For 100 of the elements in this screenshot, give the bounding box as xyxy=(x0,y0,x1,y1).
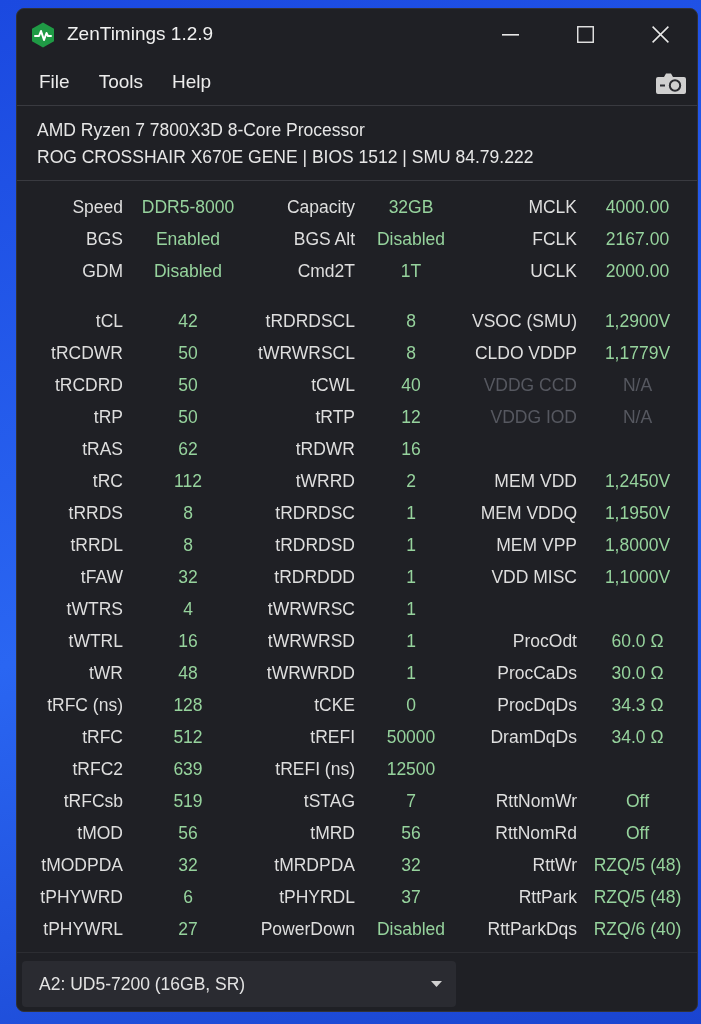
field-value: 42 xyxy=(178,310,198,333)
field-label: UCLK xyxy=(530,260,577,283)
field-label: tRDRDSD xyxy=(275,534,355,557)
field-value: 112 xyxy=(174,470,202,493)
camera-icon[interactable] xyxy=(656,71,686,94)
field-label: tWTRS xyxy=(66,598,123,621)
field-label: tWRWRSC xyxy=(267,598,355,621)
field-label: MCLK xyxy=(528,196,577,219)
field-label: RttWr xyxy=(532,854,577,877)
menu-item[interactable]: Tools xyxy=(98,71,143,94)
menu-item[interactable]: File xyxy=(39,71,70,94)
field-value: 2 xyxy=(406,470,416,493)
field-label: VDDG IOD xyxy=(490,406,577,429)
field-value: 50 xyxy=(178,406,198,429)
field-label: Capacity xyxy=(286,196,355,219)
field-label: Speed xyxy=(72,196,123,219)
field-label: tRAS xyxy=(82,438,123,461)
field-value: 2000.00 xyxy=(605,260,670,283)
field-value: RZQ/5 (48) xyxy=(593,886,682,909)
field-label: tCKE xyxy=(314,694,355,717)
field-label: VDDG CCD xyxy=(483,374,577,397)
field-value: 40 xyxy=(401,374,421,397)
field-label: tRDRDSCL xyxy=(265,310,355,333)
field-label: ProcOdt xyxy=(512,630,577,653)
caret-icon xyxy=(431,981,442,987)
field-value: 7 xyxy=(406,790,416,813)
field-value: 4 xyxy=(183,598,193,621)
field-value: 1,2900V xyxy=(604,310,671,333)
window-title: ZenTimings 1.2.9 xyxy=(67,22,214,47)
field-value: 1 xyxy=(406,662,416,685)
field-value: 27 xyxy=(178,918,198,941)
field-label: tMODPDA xyxy=(41,854,123,877)
field-value: 34.3 Ω xyxy=(611,694,664,717)
field-value: 1T xyxy=(400,260,422,283)
menu-item[interactable]: Help xyxy=(172,71,212,94)
field-label: tCL xyxy=(95,310,123,333)
field-value: Disabled xyxy=(376,228,446,251)
field-value: 12500 xyxy=(386,758,436,781)
field-label: RttNomWr xyxy=(495,790,577,813)
field-value: N/A xyxy=(622,406,653,429)
field-value: 4000.00 xyxy=(605,196,670,219)
field-value: 1 xyxy=(406,630,416,653)
field-label: tPHYWRD xyxy=(40,886,123,909)
field-value: Off xyxy=(626,790,649,813)
field-label: ProcDqDs xyxy=(497,694,577,717)
field-value: 32 xyxy=(178,854,198,877)
field-value: Off xyxy=(626,822,649,845)
field-label: tRDWR xyxy=(295,438,355,461)
minimize-icon[interactable] xyxy=(502,33,519,36)
field-value: 50 xyxy=(178,342,198,365)
close-icon[interactable] xyxy=(652,26,669,43)
field-label: DramDqDs xyxy=(490,726,577,749)
field-label: tWTRL xyxy=(68,630,123,653)
field-label: BGS xyxy=(86,228,123,251)
field-value: 2167.00 xyxy=(605,228,670,251)
field-label: tCWL xyxy=(311,374,355,397)
app-logo-icon xyxy=(30,21,56,48)
field-value: 6 xyxy=(183,886,193,909)
field-label: tRRDS xyxy=(68,502,123,525)
field-label: tRC xyxy=(92,470,123,493)
field-label: tRFC xyxy=(82,726,123,749)
field-label: PowerDown xyxy=(260,918,355,941)
field-value: 16 xyxy=(401,438,421,461)
field-value: Disabled xyxy=(376,918,446,941)
field-label: MEM VDDQ xyxy=(480,502,577,525)
field-label: tSTAG xyxy=(303,790,355,813)
field-value: 8 xyxy=(183,502,193,525)
field-value: 16 xyxy=(178,630,198,653)
module-dropdown[interactable]: A2: UD5-7200 (16GB, SR) xyxy=(22,961,456,1007)
field-value: 0 xyxy=(406,694,416,717)
field-label: tMRDPDA xyxy=(274,854,355,877)
field-label: tRFC (ns) xyxy=(47,694,123,717)
field-label: CLDO VDDP xyxy=(474,342,577,365)
field-label: tRTP xyxy=(315,406,355,429)
field-label: tWRWRSD xyxy=(267,630,355,653)
maximize-icon[interactable] xyxy=(577,26,594,43)
field-label: tMOD xyxy=(77,822,123,845)
field-value: DDR5-8000 xyxy=(141,196,235,219)
field-value: 1,8000V xyxy=(604,534,671,557)
field-label: tRCDWR xyxy=(51,342,123,365)
field-value: 519 xyxy=(173,790,203,813)
field-value: RZQ/5 (48) xyxy=(593,854,682,877)
field-label: tWRWRDD xyxy=(266,662,355,685)
field-label: tRDRDDD xyxy=(274,566,355,589)
field-label: tFAW xyxy=(80,566,123,589)
field-value: N/A xyxy=(622,374,653,397)
field-value: 60.0 Ω xyxy=(611,630,664,653)
field-label: tRP xyxy=(93,406,123,429)
field-label: tPHYRDL xyxy=(279,886,355,909)
field-value: 1 xyxy=(406,566,416,589)
field-value: 1 xyxy=(406,502,416,525)
field-label: MEM VDD xyxy=(494,470,577,493)
field-label: VDD MISC xyxy=(491,566,577,589)
field-value: 30.0 Ω xyxy=(611,662,664,685)
field-value: 37 xyxy=(401,886,421,909)
field-value: RZQ/6 (40) xyxy=(593,918,682,941)
processor-name: AMD Ryzen 7 7800X3D 8-Core Processor xyxy=(37,119,366,142)
field-value: 12 xyxy=(401,406,421,429)
field-label: tWRRD xyxy=(295,470,355,493)
field-label: tMRD xyxy=(310,822,355,845)
